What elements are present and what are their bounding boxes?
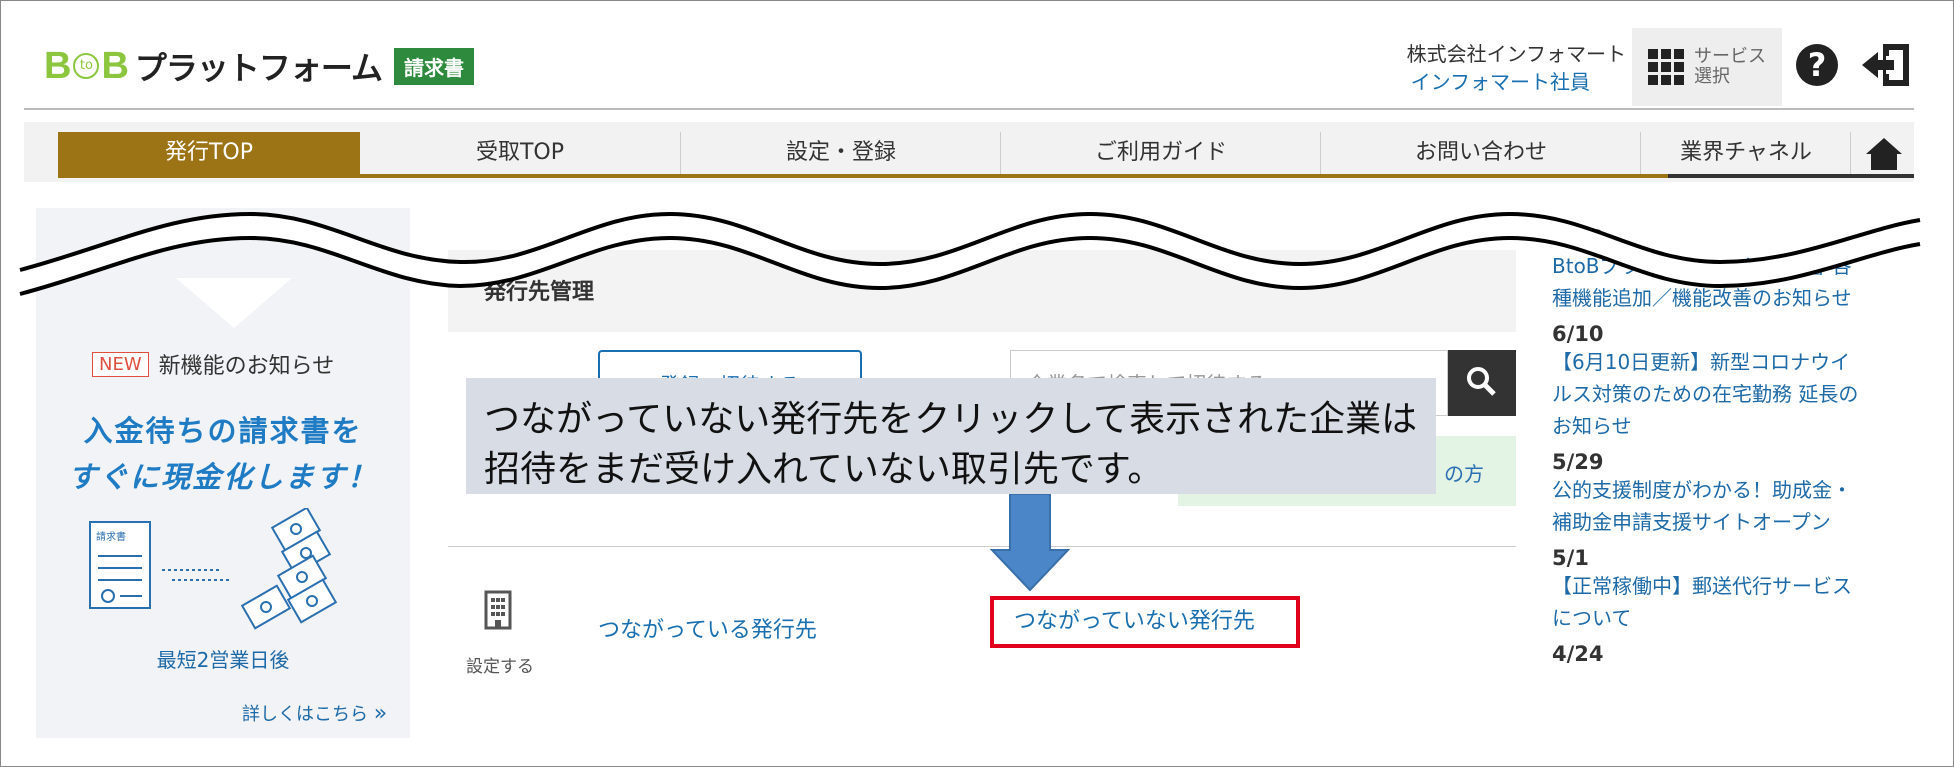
news-item[interactable]: 4/24 — [1552, 642, 1912, 666]
home-icon — [1866, 138, 1902, 170]
news-line: 公的支援制度がわかる！助成金・ — [1552, 478, 1852, 502]
bob-logo[interactable]: B to B プラットフォーム 請求書 — [44, 44, 474, 87]
news-line: お知らせ — [1552, 414, 1632, 438]
service-select-label: サービス 選択 — [1694, 47, 1766, 87]
service-label-line1: サービス — [1694, 46, 1766, 67]
tutorial-callout: つながっていない発行先をクリックして表示された企業は 招待をまだ受け入れていない… — [466, 378, 1436, 494]
nav-contact[interactable]: お問い合わせ — [1320, 132, 1641, 174]
service-grid-icon — [1648, 49, 1684, 85]
building-icon[interactable] — [484, 590, 512, 630]
new-feature-row: NEW 新機能のお知らせ — [92, 348, 334, 380]
header-divider — [24, 108, 1914, 110]
main-nav: 発行TOP 受取TOP 設定・登録 ご利用ガイド お問い合わせ 業界チャネル — [24, 122, 1914, 182]
news-line: 【6月10日更新】新型コロナウイ — [1552, 350, 1851, 374]
help-icon[interactable]: ? — [1796, 44, 1838, 86]
news-item[interactable]: 5/1 【正常稼働中】郵送代行サービス について — [1552, 546, 1912, 634]
new-tag: NEW — [92, 351, 149, 377]
logo-b-second: B — [101, 44, 129, 87]
news-item[interactable]: 6/10 【6月10日更新】新型コロナウイ ルス対策のための在宅勤務 延長の お… — [1552, 322, 1912, 442]
news-date: 5/1 — [1552, 546, 1589, 570]
news-line: ルス対策のための在宅勤務 延長の — [1552, 382, 1859, 406]
callout-line2: 招待をまだ受け入れていない取引先です。 — [484, 449, 1164, 490]
news-date: 4/24 — [1552, 642, 1604, 666]
illustration-doc-label: 請求書 — [96, 530, 126, 543]
down-arrow-icon — [990, 494, 1070, 592]
logo-to: to — [73, 53, 100, 79]
nav-receive-top[interactable]: 受取TOP — [360, 132, 680, 174]
news-line: 【正常稼働中】郵送代行サービス — [1552, 574, 1852, 598]
banner-headline: 入金待ちの請求書を すぐに現金化します！ — [36, 408, 410, 500]
short-period-label: 最短2営業日後 — [156, 648, 290, 672]
service-select-button[interactable]: サービス 選択 — [1632, 28, 1782, 106]
logo-invoice-badge: 請求書 — [393, 47, 474, 85]
nav-guide[interactable]: ご利用ガイド — [1000, 132, 1321, 174]
new-feature-label: 新機能のお知らせ — [158, 354, 335, 379]
section-divider — [448, 546, 1516, 547]
invoice-to-cash-illustration: 請求書 — [89, 508, 338, 630]
more-link-label: 詳しくはこちら — [242, 704, 368, 725]
banner-more-link[interactable]: 詳しくはこちら » — [242, 700, 387, 726]
info-notice-text[interactable]: の方 — [1444, 458, 1484, 487]
logo-platform-text: プラットフォーム — [134, 49, 383, 87]
nav-underline-dark — [1668, 174, 1914, 178]
logout-icon[interactable] — [1860, 44, 1910, 86]
nav-settings[interactable]: 設定・登録 — [680, 132, 1001, 174]
user-name-link[interactable]: インフォマート社員 — [1407, 68, 1590, 96]
nav-issue-top[interactable]: 発行TOP — [58, 132, 360, 174]
connected-issuers-tab[interactable]: つながっている発行先 — [598, 612, 817, 644]
news-date: 5/29 — [1552, 450, 1604, 474]
news-line: 補助金申請支援サイトオープン — [1552, 510, 1831, 534]
wavy-cut-line — [19, 211, 1921, 296]
unconnected-issuers-tab[interactable]: つながっていない発行先 — [990, 596, 1300, 648]
settings-link[interactable]: 設定する — [466, 652, 534, 677]
nav-underline — [58, 174, 1668, 178]
news-line: について — [1552, 606, 1632, 630]
news-date: 6/10 — [1552, 322, 1604, 346]
logo-b-first: B — [44, 44, 72, 87]
account-info: 株式会社インフォマート インフォマート社員 — [1407, 40, 1626, 96]
news-item[interactable]: 5/29 公的支援制度がわかる！助成金・ 補助金申請支援サイトオープン — [1552, 450, 1912, 538]
double-chevron-right-icon: » — [373, 701, 388, 726]
headline-line1: 入金待ちの請求書を — [83, 414, 363, 448]
nav-industry-channel[interactable]: 業界チャネル — [1640, 132, 1851, 174]
headline-line2: すぐに現金化します！ — [67, 460, 378, 494]
service-label-line2: 選択 — [1694, 66, 1730, 87]
company-name: 株式会社インフォマート — [1406, 42, 1626, 66]
search-icon[interactable] — [1448, 350, 1516, 416]
callout-line1: つながっていない発行先をクリックして表示された企業は — [484, 399, 1418, 440]
